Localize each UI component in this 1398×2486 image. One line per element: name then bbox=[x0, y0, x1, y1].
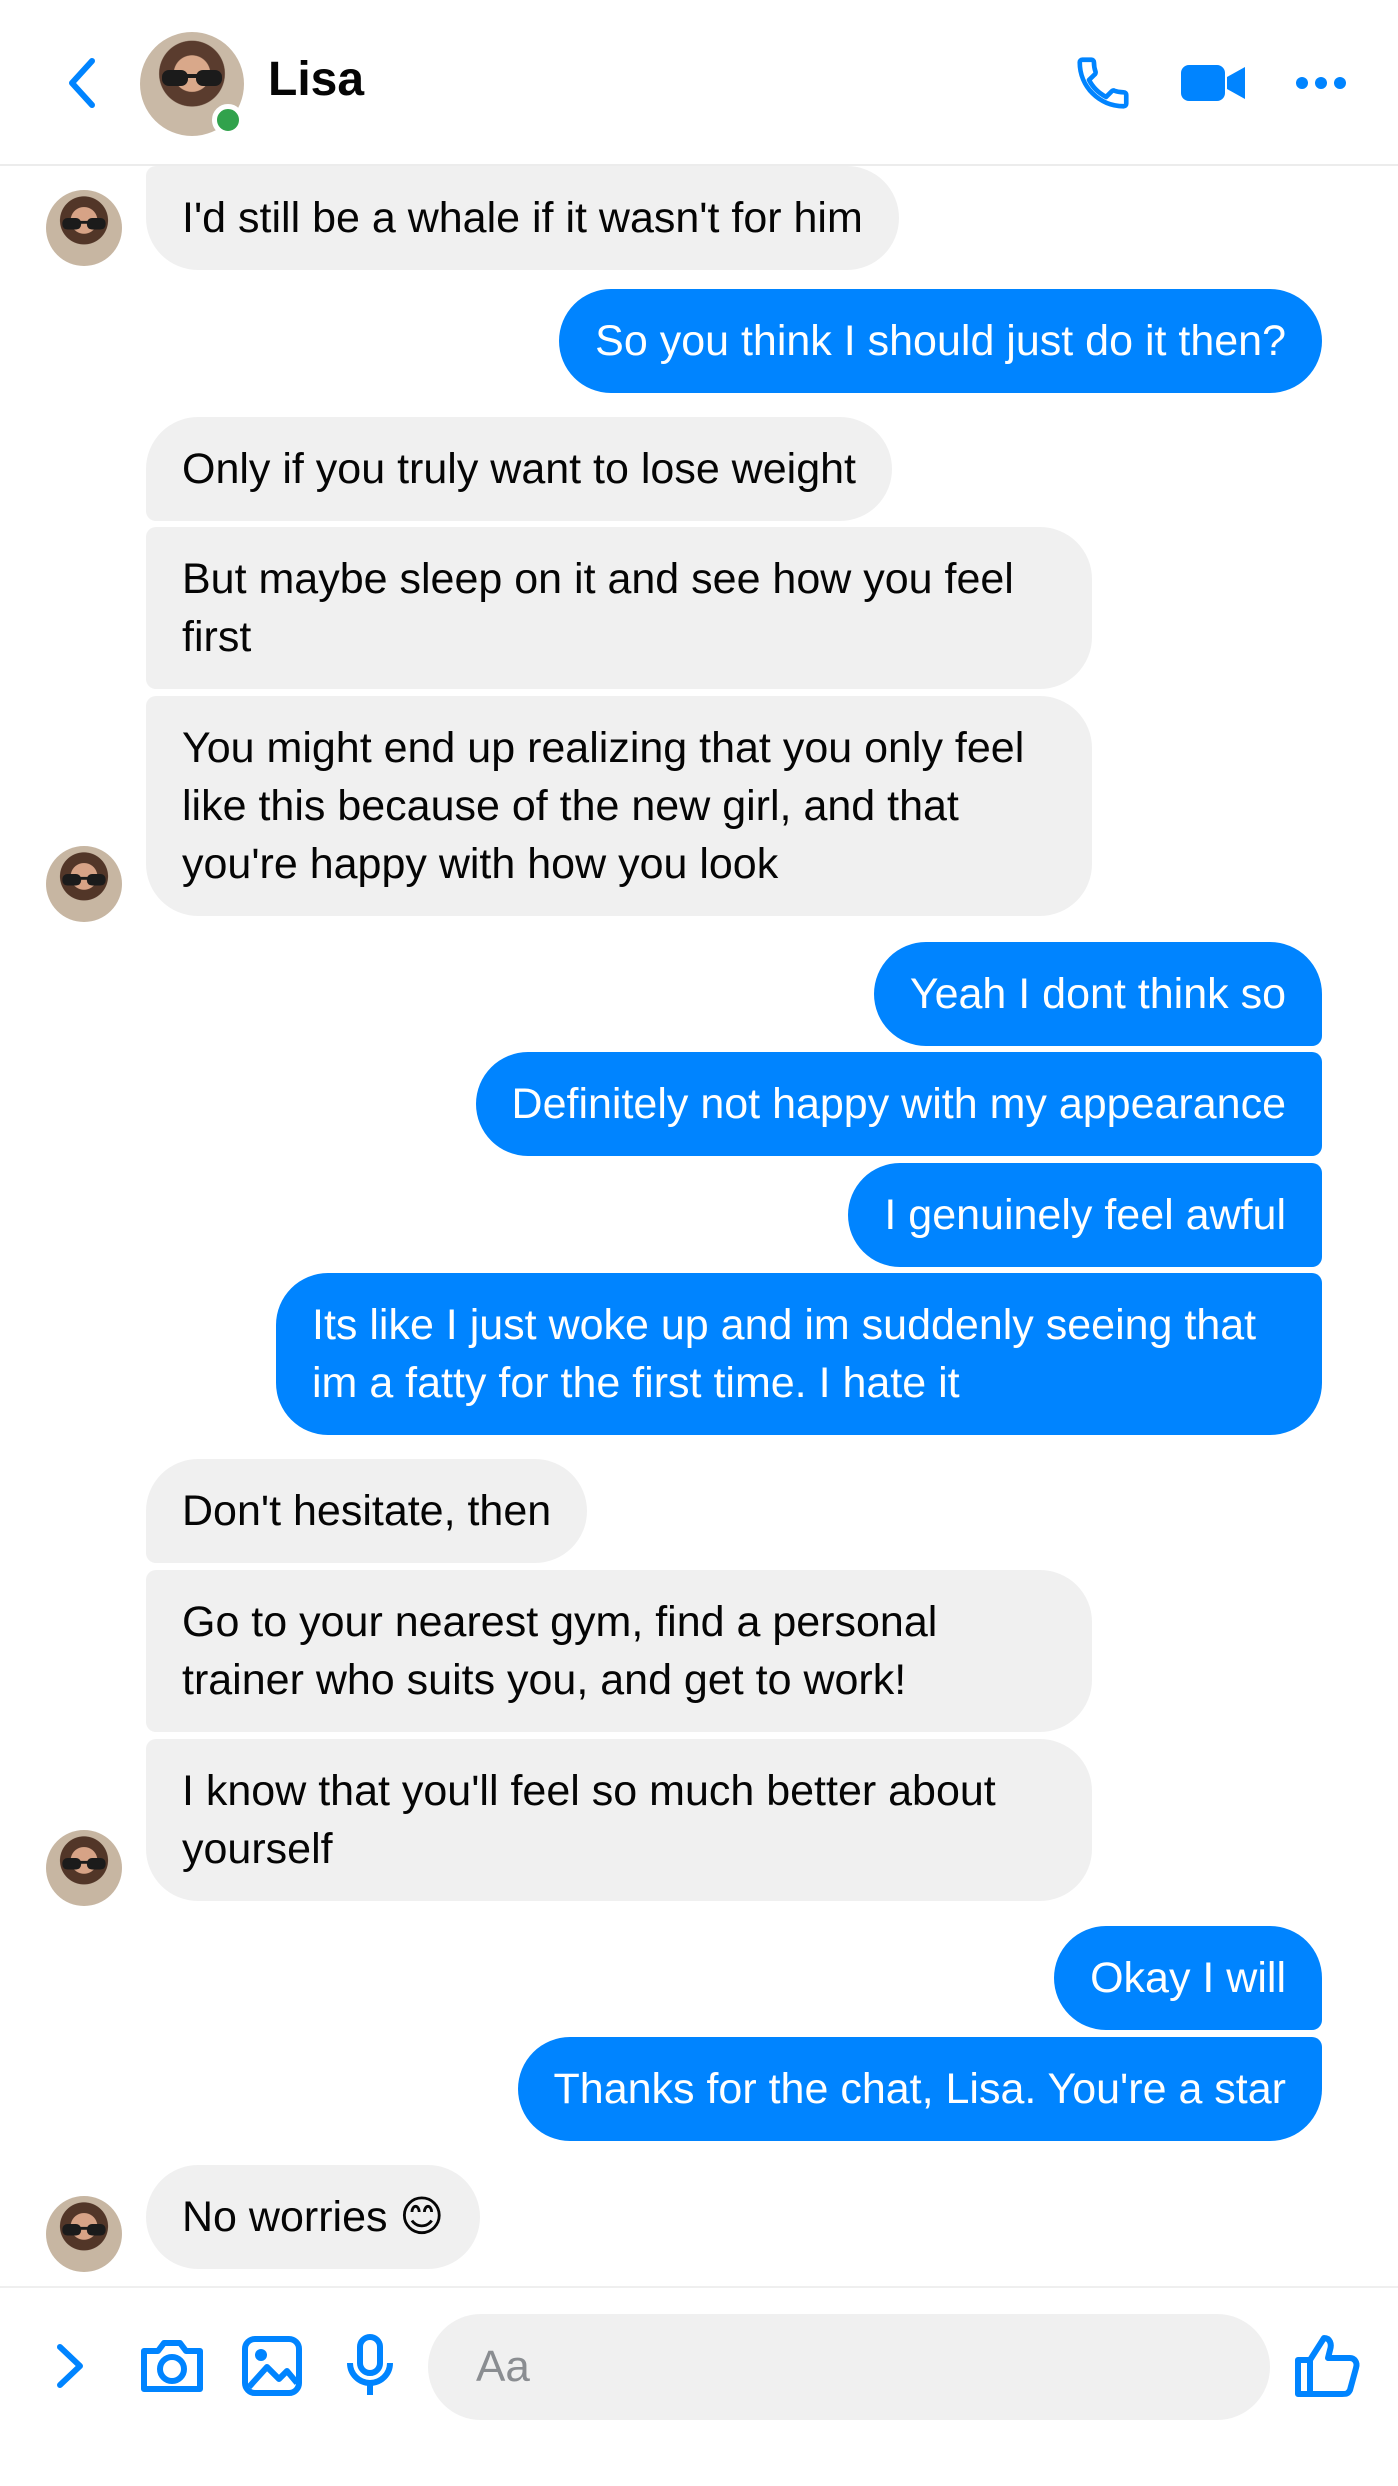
message-input[interactable]: Aa bbox=[428, 2314, 1270, 2420]
outgoing-message[interactable]: I genuinely feel awful bbox=[848, 1163, 1322, 1267]
incoming-message[interactable]: Go to your nearest gym, find a personal … bbox=[146, 1570, 1092, 1732]
incoming-message[interactable]: I'd still be a whale if it wasn't for hi… bbox=[146, 166, 899, 270]
incoming-message[interactable]: Don't hesitate, then bbox=[146, 1459, 588, 1563]
microphone-icon[interactable] bbox=[332, 2328, 408, 2404]
video-camera-icon[interactable] bbox=[1178, 48, 1248, 118]
camera-icon[interactable] bbox=[134, 2328, 210, 2404]
outgoing-message[interactable]: Its like I just woke up and im suddenly … bbox=[276, 1273, 1322, 1435]
message-composer: Aa bbox=[0, 2286, 1398, 2486]
thumbs-up-icon[interactable] bbox=[1290, 2328, 1366, 2404]
outgoing-message[interactable]: Yeah I dont think so bbox=[873, 942, 1322, 1046]
sender-avatar bbox=[46, 2196, 122, 2272]
incoming-message[interactable]: But maybe sleep on it and see how you fe… bbox=[146, 527, 1092, 689]
phone-icon[interactable] bbox=[1068, 48, 1138, 118]
expand-chevron-icon[interactable] bbox=[32, 2328, 108, 2404]
sender-avatar bbox=[46, 846, 122, 922]
outgoing-message[interactable]: Definitely not happy with my appearance bbox=[475, 1052, 1322, 1156]
incoming-message[interactable]: You might end up realizing that you only… bbox=[146, 696, 1092, 916]
online-status-indicator bbox=[212, 104, 244, 136]
more-icon[interactable] bbox=[1286, 48, 1356, 118]
outgoing-message[interactable]: Okay I will bbox=[1054, 1926, 1322, 2030]
sender-avatar bbox=[46, 190, 122, 266]
outgoing-message[interactable]: Thanks for the chat, Lisa. You're a star bbox=[517, 2037, 1322, 2141]
incoming-message[interactable]: No worries 😊 bbox=[146, 2165, 481, 2269]
incoming-message[interactable]: Only if you truly want to lose weight bbox=[146, 417, 892, 521]
outgoing-message[interactable]: So you think I should just do it then? bbox=[559, 289, 1322, 393]
gallery-icon[interactable] bbox=[234, 2328, 310, 2404]
sender-avatar bbox=[46, 1830, 122, 1906]
back-chevron-icon[interactable] bbox=[52, 50, 112, 116]
chat-header: Lisa bbox=[0, 0, 1398, 166]
incoming-message[interactable]: I know that you'll feel so much better a… bbox=[146, 1739, 1092, 1901]
contact-name[interactable]: Lisa bbox=[268, 52, 364, 107]
